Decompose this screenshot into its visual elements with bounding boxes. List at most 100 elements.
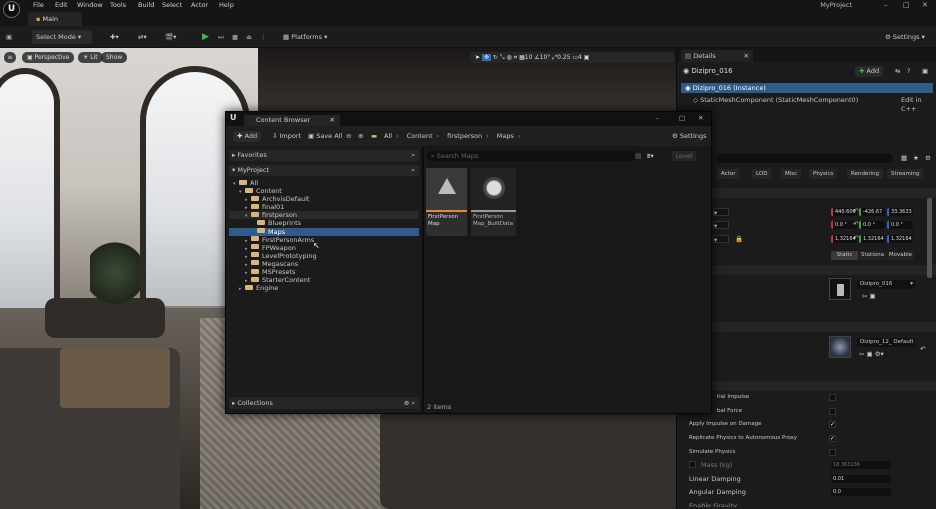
save-search-icon[interactable]: ▤ — [635, 151, 641, 161]
maximize-icon[interactable]: □ — [903, 0, 910, 10]
save-icon[interactable]: ▣ — [6, 30, 12, 44]
filter-misc[interactable]: Misc — [781, 169, 802, 179]
collections-section[interactable]: ▸ Collections ⊕ ⌕ — [229, 397, 419, 409]
location-dropdown[interactable]: ▾ — [713, 208, 729, 217]
physics-checkbox[interactable]: ✓ — [829, 421, 836, 429]
menu-select[interactable]: Select — [162, 0, 182, 10]
cb-maximize-icon[interactable]: □ — [679, 114, 685, 122]
edit-in-cpp-link[interactable]: Edit in C++ — [901, 96, 936, 114]
reset-material-icon[interactable]: ↶ — [920, 345, 925, 353]
favorites-section[interactable]: ▸ Favorites ⌕ — [229, 150, 419, 161]
tree-item-all[interactable]: ▾ All — [229, 179, 419, 187]
breadcrumb-separator-icon[interactable]: › — [518, 132, 521, 140]
splitter[interactable] — [422, 146, 424, 413]
angular-damping-input[interactable]: 0.0 — [831, 488, 891, 496]
cb-close-icon[interactable]: ✕ — [698, 114, 703, 122]
blueprint-add-icon[interactable]: ⇆ — [895, 67, 900, 75]
breadcrumb-separator-icon[interactable]: › — [396, 132, 399, 140]
material-thumbnail[interactable] — [829, 336, 851, 358]
tree-item-firstperson[interactable]: ▾ firstperson — [229, 211, 419, 220]
favorite-star-icon[interactable]: ★ — [913, 154, 919, 162]
platforms-button[interactable]: ▦ Platforms ▾ — [283, 30, 327, 44]
mass-input[interactable]: 18.363136 — [831, 461, 891, 469]
tree-item-firstpersonarms[interactable]: ▸ FirstPersonArms — [229, 236, 419, 244]
favorites-search-icon[interactable]: ⌕ — [411, 150, 419, 161]
stop-icon[interactable]: ■ — [232, 30, 238, 44]
asset-tile-builtdata[interactable]: FirstPerson Map_BuiltData — [471, 168, 516, 236]
menu-file[interactable]: File — [33, 0, 44, 10]
play-options-icon[interactable]: ⋮ — [260, 30, 267, 44]
component-row-mesh[interactable]: ◇ StaticMeshComponent (StaticMeshCompone… — [693, 96, 858, 105]
select-mode-dropdown[interactable]: Select Mode ▾ — [32, 30, 92, 44]
filter-lod[interactable]: LOD — [752, 169, 772, 179]
tree-item-megascans[interactable]: ▸ Megascans — [229, 260, 419, 268]
scale-y-input[interactable]: 1.32164 — [859, 235, 885, 243]
reset-location-icon[interactable]: ↶ — [853, 207, 858, 215]
cb-minimize-icon[interactable]: – — [656, 114, 659, 122]
tree-item-startercontent[interactable]: ▸ StarterContent — [229, 276, 419, 284]
menu-help[interactable]: Help — [219, 0, 234, 10]
close-details-icon[interactable]: ✕ — [744, 50, 753, 62]
filter-rendering[interactable]: Rendering — [847, 169, 884, 179]
menu-actor[interactable]: Actor — [191, 0, 208, 10]
project-search-icon[interactable]: ⌕ — [411, 165, 419, 176]
project-section[interactable]: ▾ MyProject ⌕ — [229, 165, 419, 176]
mobility-movable[interactable]: Movable — [887, 251, 914, 260]
material-dropdown[interactable]: Dizipro_12_ Default — [857, 338, 915, 347]
tree-item-engine[interactable]: ▸ Engine — [229, 284, 419, 292]
breadcrumb-firstperson[interactable]: firstperson — [447, 132, 482, 140]
level-filter-chip[interactable]: Level — [672, 151, 696, 161]
lit-button[interactable]: ☀ Lit — [78, 52, 103, 63]
physics-checkbox[interactable]: ✓ — [829, 435, 836, 443]
blueprint-icon[interactable]: ⇄▾ — [138, 30, 147, 44]
tree-item-content[interactable]: ▾ Content — [229, 187, 419, 195]
scale-dropdown[interactable]: ▾ — [713, 235, 729, 244]
tab-details[interactable]: ▤ Details ✕ — [681, 50, 753, 62]
tree-item-archvisdefault[interactable]: ▸ ArchvisDefault — [229, 195, 419, 203]
forward-icon[interactable]: ⊕ — [358, 132, 363, 141]
menu-window[interactable]: Window — [77, 0, 103, 10]
filter-icon[interactable]: ⩩▾ — [647, 151, 654, 161]
viewport-menu-icon[interactable]: ≡ — [4, 52, 16, 63]
mobility-static[interactable]: Static — [831, 251, 858, 260]
material-tools-icon[interactable]: ⇦ ▣ ⚙▾ — [859, 350, 884, 358]
scale-tool-icon[interactable]: ⤡ — [500, 54, 505, 61]
rotation-dropdown[interactable]: ▾ — [713, 221, 729, 230]
cb-settings-button[interactable]: ⚙ Settings — [672, 132, 707, 141]
unreal-logo-icon[interactable]: U — [3, 1, 20, 18]
tab-main[interactable]: ▪ Main — [28, 12, 82, 26]
grid-view-icon[interactable]: ▦ — [901, 154, 907, 162]
play-icon[interactable]: ▶ — [202, 30, 209, 44]
reset-scale-icon[interactable]: ↶ — [853, 234, 858, 242]
tree-item-blueprints[interactable]: Blueprints — [229, 219, 419, 227]
minimize-icon[interactable]: – — [884, 0, 888, 10]
breadcrumb-separator-icon[interactable]: › — [437, 132, 440, 140]
close-tab-icon[interactable]: ✕ — [330, 115, 335, 126]
location-y-input[interactable]: -426.67 — [859, 208, 885, 216]
settings-button[interactable]: ⚙ Settings ▾ — [885, 30, 925, 44]
add-component-button[interactable]: ✚ Add — [855, 66, 884, 77]
physics-checkbox[interactable] — [829, 448, 836, 456]
mobility-stationa[interactable]: Stationa — [859, 251, 886, 260]
static-mesh-dropdown[interactable]: Dizipro_016 ▾ — [857, 280, 915, 289]
details-search-input[interactable] — [717, 154, 893, 163]
linear-damping-input[interactable]: 0.01 — [831, 475, 891, 483]
use-selected-icon[interactable]: ⇦ ▣ — [862, 292, 876, 300]
close-icon[interactable]: ✕ — [922, 0, 928, 10]
import-button[interactable]: ⇩ Import — [272, 132, 301, 141]
move-tool-icon[interactable]: ✥ — [481, 54, 491, 61]
location-z-input[interactable]: 33.3633 — [887, 208, 913, 216]
reset-rotation-icon[interactable]: ↶ — [853, 220, 858, 228]
save-all-button[interactable]: ▣ Save All — [308, 132, 342, 141]
menu-build[interactable]: Build — [138, 0, 154, 10]
scale-z-input[interactable]: 1.32164 — [887, 235, 913, 243]
viewport-layout-icon[interactable]: ▣ — [584, 54, 590, 61]
breadcrumb-all[interactable]: All — [384, 132, 392, 140]
tree-item-levelprototyping[interactable]: ▸ LevelPrototyping — [229, 252, 419, 260]
tree-item-mspresets[interactable]: ▸ MSPresets — [229, 268, 419, 276]
breadcrumb-maps[interactable]: Maps — [497, 132, 514, 140]
breadcrumb-separator-icon[interactable]: › — [486, 132, 489, 140]
rotation-z-input[interactable]: 0.0 ° — [887, 221, 913, 229]
select-tool-icon[interactable]: ➤ — [475, 54, 480, 61]
add-content-icon[interactable]: ✚▾ — [110, 30, 119, 44]
